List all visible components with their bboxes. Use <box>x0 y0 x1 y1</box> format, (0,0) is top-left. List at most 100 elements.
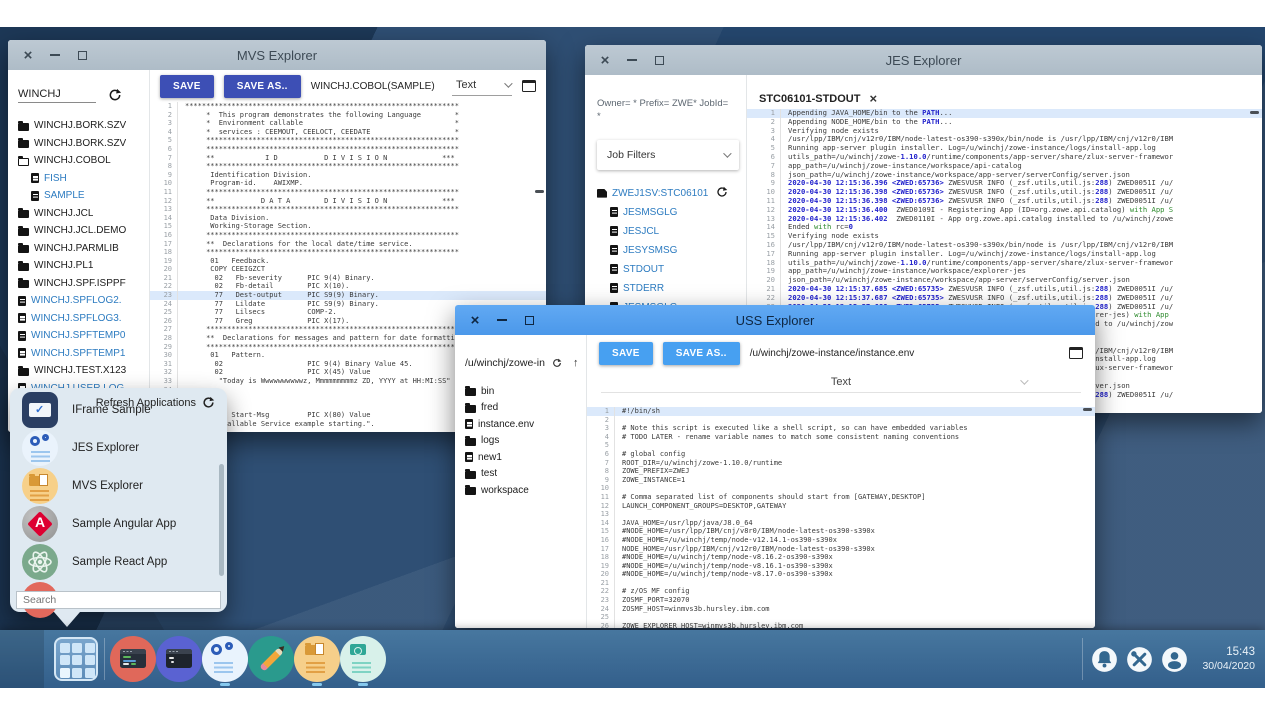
launcher-item-sample-react-app[interactable]: Sample React App <box>22 544 217 580</box>
tab-stc06101-stdout[interactable]: STC06101-STDOUT × <box>759 92 877 105</box>
jes-explorer-icon <box>22 430 58 466</box>
code-line: 3# Note this script is executed like a s… <box>587 424 1095 433</box>
taskbar-jes-explorer-app[interactable] <box>202 636 248 682</box>
job-tree-item[interactable]: JESJCL <box>597 222 738 241</box>
dataset-tree-item[interactable]: SAMPLE <box>18 187 149 205</box>
refresh-icon[interactable] <box>552 358 562 368</box>
uss-tree-item[interactable]: logs <box>465 433 586 450</box>
mvs-titlebar[interactable]: × MVS Explorer <box>8 40 546 70</box>
taskbar-divider <box>1082 638 1083 680</box>
code-line: 4 * services : CEEMOUT, CEELOCT, CEEDATE… <box>150 128 546 137</box>
minimize-icon[interactable] <box>626 59 638 61</box>
open-in-new-icon[interactable] <box>1069 347 1083 359</box>
file-icon <box>610 245 618 255</box>
uss-tree-item[interactable]: bin <box>465 383 586 400</box>
save-as-button[interactable]: SAVE AS.. <box>224 75 301 98</box>
job-tree-item[interactable]: ZWEJ1SV:STC06101 <box>597 184 738 203</box>
dataset-tree-item[interactable]: WINCHJ.SPFLOG2. <box>18 292 149 310</box>
dataset-tree-item[interactable]: WINCHJ.BORK.SZV <box>18 135 149 153</box>
dataset-tree-item[interactable]: WINCHJ.PL1 <box>18 257 149 275</box>
scrollbar-thumb[interactable] <box>1083 408 1092 411</box>
scrollbar-thumb[interactable] <box>1250 111 1259 114</box>
taskbar-uss-explorer-app[interactable] <box>340 636 386 682</box>
job-tree-item[interactable]: JESMSGLG <box>597 203 738 222</box>
refresh-icon[interactable] <box>202 396 215 409</box>
uss-code-editor[interactable]: 1#!/bin/sh23# Note this script is execut… <box>587 407 1095 628</box>
code-line: 14 Data Division. <box>150 214 546 223</box>
code-line: 5 <box>587 441 1095 450</box>
maximize-icon[interactable] <box>523 316 535 325</box>
mvs-sidebar: WINCHJ.BORK.SZVWINCHJ.BORK.SZVWINCHJ.COB… <box>8 70 150 432</box>
dataset-tree-item[interactable]: WINCHJ.SPFTEMP0 <box>18 327 149 345</box>
job-tree-item[interactable]: STDERR <box>597 279 738 298</box>
notifications-bell-icon[interactable] <box>1091 646 1118 673</box>
code-line: 23 77 Dest-output PIC S9(9) Binary. <box>150 291 546 300</box>
dataset-tree-item[interactable]: WINCHJ.JCL <box>18 205 149 223</box>
uss-tree-item[interactable]: fred <box>465 400 586 417</box>
dataset-filter-input[interactable] <box>18 86 96 103</box>
launcher-item-jes-explorer[interactable]: JES Explorer <box>22 430 217 466</box>
uss-tree-item[interactable]: instance.env <box>465 416 586 433</box>
syntax-mode-value: Text <box>456 79 476 91</box>
user-account-icon[interactable] <box>1161 646 1188 673</box>
uss-tree-item[interactable]: workspace <box>465 482 586 499</box>
job-tree-item[interactable]: JESYSMSG <box>597 241 738 260</box>
save-as-button[interactable]: SAVE AS.. <box>663 342 740 365</box>
code-line: 24ZOSMF_HOST=winmvs3b.hursley.ibm.com <box>587 605 1095 614</box>
iframe-sample-icon <box>22 392 58 428</box>
uss-tree-item[interactable]: test <box>465 466 586 483</box>
close-icon[interactable]: × <box>599 53 611 68</box>
taskbar-code-editor-app[interactable] <box>110 636 156 682</box>
folder-icon <box>18 210 29 218</box>
scrollbar-thumb[interactable] <box>535 190 544 193</box>
refresh-icon[interactable] <box>716 186 728 201</box>
job-filters-dropdown[interactable]: Job Filters <box>597 140 739 170</box>
launcher-item-label: Sample React App <box>72 556 167 568</box>
save-button[interactable]: SAVE <box>599 342 653 365</box>
refresh-icon[interactable] <box>108 88 122 102</box>
file-icon <box>31 191 39 201</box>
minimize-icon[interactable] <box>49 54 61 56</box>
settings-tools-icon[interactable] <box>1126 646 1153 673</box>
taskbar-mvs-explorer-app[interactable] <box>294 636 340 682</box>
up-directory-icon[interactable]: ↑ <box>573 357 579 369</box>
minimize-icon[interactable] <box>496 319 508 321</box>
code-line: 16 *************************************… <box>150 231 546 240</box>
close-icon[interactable]: × <box>469 313 481 328</box>
close-icon[interactable]: × <box>869 92 877 105</box>
save-button[interactable]: SAVE <box>160 75 214 98</box>
uss-path[interactable]: /u/winchj/zowe-in <box>465 357 545 369</box>
active-indicator <box>312 683 322 686</box>
dataset-tree-item[interactable]: WINCHJ.TEST.X123 <box>18 362 149 380</box>
jes-titlebar[interactable]: × JES Explorer <box>585 45 1262 75</box>
folder-open-icon <box>18 158 29 166</box>
dataset-tree-item[interactable]: WINCHJ.JCL.DEMO <box>18 222 149 240</box>
syntax-mode-select[interactable]: Text <box>452 77 512 96</box>
taskbar-editor-app[interactable] <box>248 636 294 682</box>
open-in-new-icon[interactable] <box>522 80 536 92</box>
app-search-input[interactable] <box>16 591 221 609</box>
dataset-tree-item[interactable]: WINCHJ.BORK.SZV <box>18 117 149 135</box>
maximize-icon[interactable] <box>653 56 665 65</box>
tree-item-label: instance.env <box>478 419 534 430</box>
launcher-item-label: Sample Angular App <box>72 518 176 530</box>
code-line: 18 *************************************… <box>150 248 546 257</box>
launcher-item-mvs-explorer[interactable]: MVS Explorer <box>22 468 217 504</box>
maximize-icon[interactable] <box>76 51 88 60</box>
dataset-tree-item[interactable]: WINCHJ.PARMLIB <box>18 240 149 258</box>
dataset-tree-item[interactable]: FISH <box>18 170 149 188</box>
dataset-tree-item[interactable]: WINCHJ.SPFTEMP1 <box>18 345 149 363</box>
taskbar-terminal-app[interactable] <box>156 636 202 682</box>
launcher-item-sample-angular-app[interactable]: ASample Angular App <box>22 506 217 542</box>
scrollbar-thumb[interactable] <box>219 464 224 576</box>
job-tree-item[interactable]: STDOUT <box>597 260 738 279</box>
uss-tree-item[interactable]: new1 <box>465 449 586 466</box>
syntax-mode-select[interactable]: Text <box>601 371 1081 393</box>
dataset-tree-item[interactable]: WINCHJ.COBOL <box>18 152 149 170</box>
dataset-tree-item[interactable]: WINCHJ.SPF.ISPPF <box>18 275 149 293</box>
app-launcher-button[interactable] <box>54 637 98 681</box>
dataset-tree-item[interactable]: WINCHJ.SPFLOG3. <box>18 310 149 328</box>
close-icon[interactable]: × <box>22 48 34 63</box>
uss-titlebar[interactable]: × USS Explorer <box>455 305 1095 335</box>
code-line: 8ZOWE_PREFIX=ZWEJ <box>587 467 1095 476</box>
